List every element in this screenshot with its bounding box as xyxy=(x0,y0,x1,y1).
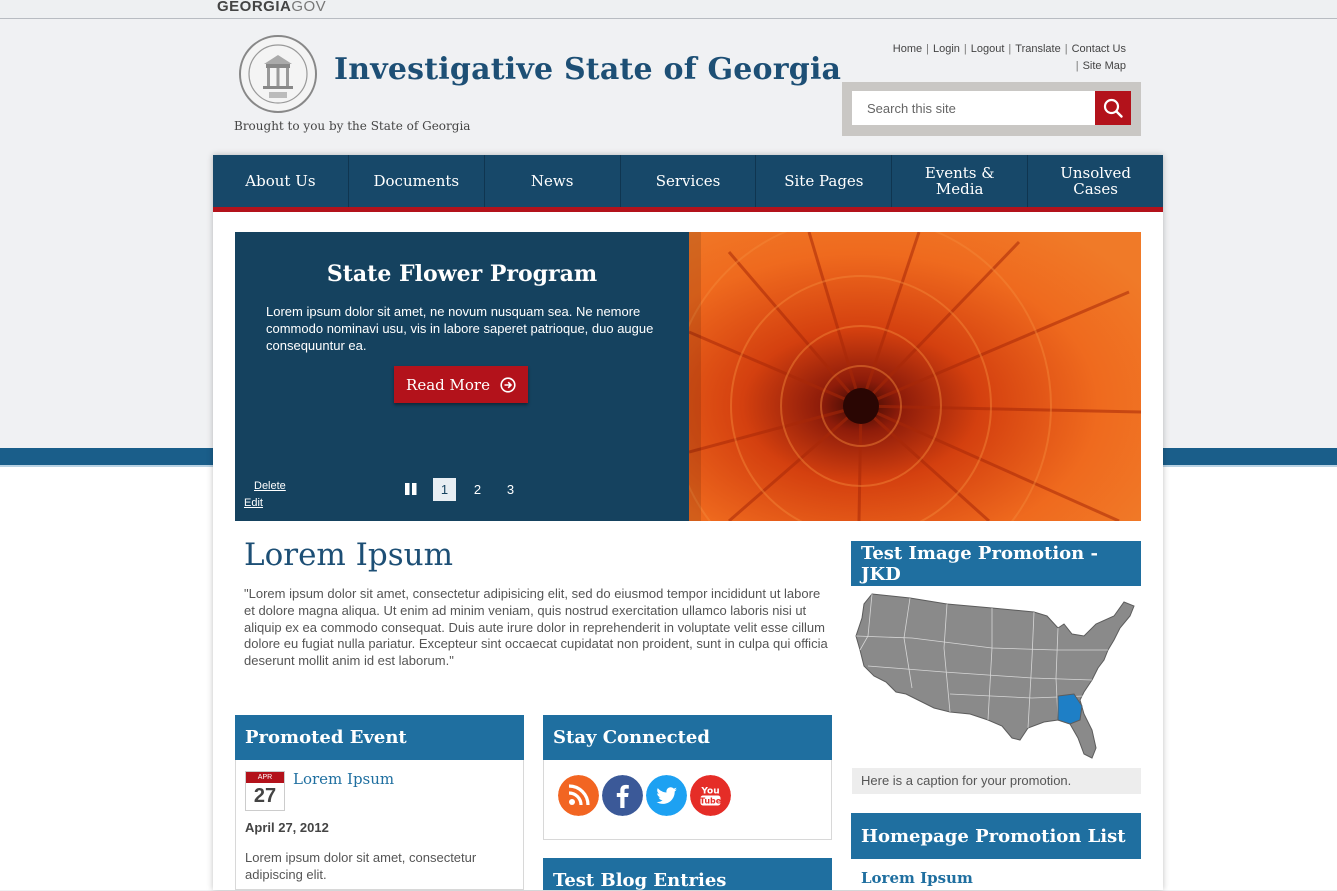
edit-link[interactable]: Edit xyxy=(244,497,263,509)
separator: | xyxy=(926,43,929,55)
search-button[interactable] xyxy=(1095,91,1131,125)
nav-documents[interactable]: Documents xyxy=(349,155,485,207)
test-blog-heading: Test Blog Entries xyxy=(543,858,832,891)
delete-link[interactable]: Delete xyxy=(254,480,286,492)
main-heading: Lorem Ipsum xyxy=(244,537,454,573)
login-link[interactable]: Login xyxy=(933,43,960,55)
slide-page-2[interactable]: 2 xyxy=(466,478,489,501)
separator: | xyxy=(963,43,967,55)
main-paragraph: "Lorem ipsum dolor sit amet, consectetur… xyxy=(244,586,828,669)
calendar-day: 27 xyxy=(253,785,277,807)
nav-unsolved-cases[interactable]: Unsolved Cases xyxy=(1028,155,1163,207)
pause-icon[interactable] xyxy=(404,481,418,497)
utility-links: Home | Login | Logout | Translate | Contact Us |… xyxy=(862,41,1126,75)
hero-flower-image xyxy=(689,232,1141,521)
event-title-link[interactable]: Lorem Ipsum xyxy=(293,770,394,788)
promotion-caption: Here is a caption for your promotion. xyxy=(852,768,1141,794)
search-icon xyxy=(1103,98,1123,118)
separator: | xyxy=(1075,60,1079,72)
site-tagline: Brought to you by the State of Georgia xyxy=(234,119,471,133)
read-more-button[interactable]: Read More xyxy=(394,366,528,403)
nav-about-us[interactable]: About Us xyxy=(213,155,349,207)
main-nav: About Us Documents News Services Site Pa… xyxy=(213,155,1163,212)
logout-link[interactable]: Logout xyxy=(971,43,1005,55)
promotion-list-heading: Homepage Promotion List xyxy=(851,813,1141,859)
promotion-list-item[interactable]: Lorem Ipsum xyxy=(861,869,973,887)
hero-text: Lorem ipsum dolor sit amet, ne novum nus… xyxy=(266,304,654,353)
nav-events-media[interactable]: Events & Media xyxy=(892,155,1029,207)
nav-news[interactable]: News xyxy=(485,155,621,207)
state-seal-icon[interactable] xyxy=(238,34,318,114)
slide-page-1[interactable]: 1 xyxy=(433,478,456,501)
calendar-month: APR xyxy=(246,772,284,783)
nav-site-pages[interactable]: Site Pages xyxy=(756,155,893,207)
translate-link[interactable]: Translate xyxy=(1015,43,1060,55)
promoted-event-heading: Promoted Event xyxy=(235,715,524,760)
site-map-link[interactable]: Site Map xyxy=(1083,60,1126,72)
event-date: April 27, 2012 xyxy=(245,820,329,835)
nav-services[interactable]: Services xyxy=(621,155,757,207)
top-strip: GEORGIAGOV xyxy=(0,0,1337,19)
arrow-circle-right-icon xyxy=(500,376,516,393)
youtube-icon[interactable]: You Tube xyxy=(690,775,731,816)
youtube-text-tube: Tube xyxy=(700,797,722,806)
contact-us-link[interactable]: Contact Us xyxy=(1072,43,1126,55)
georgia-gov-logo[interactable]: GEORGIAGOV xyxy=(217,0,326,15)
twitter-icon[interactable] xyxy=(646,775,687,816)
separator: | xyxy=(1008,43,1012,55)
event-description: Lorem ipsum dolor sit amet, consectetur … xyxy=(245,850,477,882)
slide-page-3[interactable]: 3 xyxy=(499,478,522,501)
hero-title: State Flower Program xyxy=(326,261,598,287)
read-more-label: Read More xyxy=(406,375,490,394)
us-map-image[interactable] xyxy=(852,588,1141,766)
facebook-icon[interactable] xyxy=(602,775,643,816)
separator: | xyxy=(1064,43,1068,55)
promotion-heading: Test Image Promotion - JKD xyxy=(851,541,1141,586)
site-title[interactable]: Investigative State of Georgia xyxy=(334,52,841,87)
home-link[interactable]: Home xyxy=(893,43,922,55)
youtube-text-you: You xyxy=(700,787,719,797)
stay-connected-heading: Stay Connected xyxy=(543,715,832,760)
rss-icon[interactable] xyxy=(558,775,599,816)
search-input[interactable] xyxy=(852,91,1095,125)
calendar-icon: APR 27 xyxy=(245,771,285,811)
flower-image xyxy=(689,232,1141,521)
